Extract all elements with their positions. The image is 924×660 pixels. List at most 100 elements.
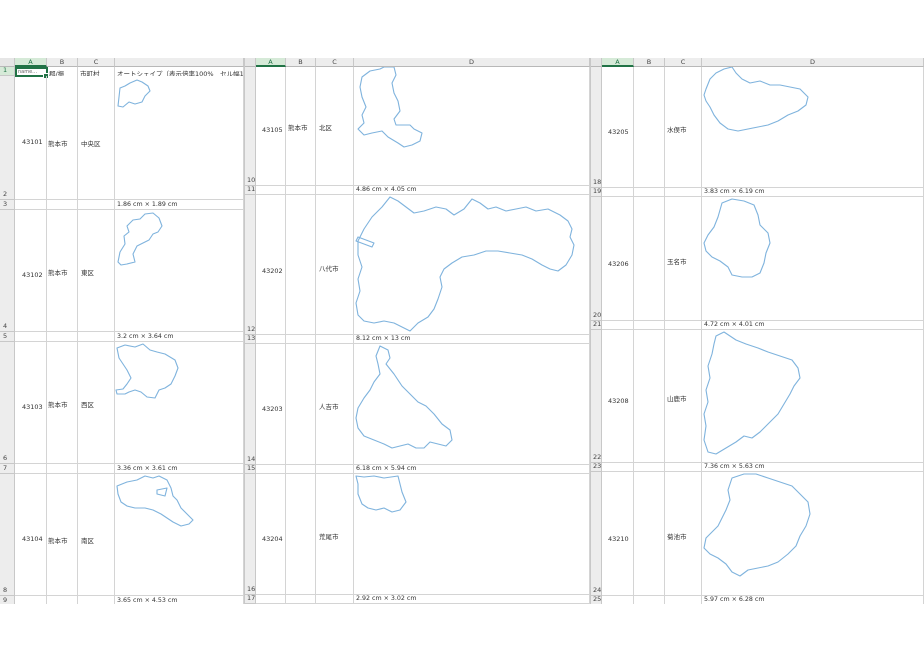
- municipality-outline[interactable]: [702, 67, 924, 188]
- dimension-cell[interactable]: 8.12 cm × 13 cm: [354, 335, 590, 344]
- empty-cell[interactable]: [665, 596, 702, 604]
- row-header[interactable]: 7: [0, 464, 15, 474]
- column-header-c[interactable]: C: [665, 58, 702, 67]
- empty-cell[interactable]: [256, 595, 286, 604]
- empty-cell[interactable]: [602, 596, 634, 604]
- shape-cell[interactable]: [115, 342, 244, 464]
- empty-cell[interactable]: [634, 188, 665, 197]
- column-header-b[interactable]: B: [47, 58, 78, 67]
- code-cell[interactable]: 43105: [256, 67, 286, 186]
- prefecture-cell[interactable]: [634, 472, 665, 596]
- row-header[interactable]: 21: [590, 320, 602, 330]
- empty-cell[interactable]: [286, 595, 316, 604]
- code-cell[interactable]: 43204: [256, 474, 286, 595]
- municipality-outline[interactable]: [702, 472, 924, 596]
- city-cell[interactable]: 荒尾市: [316, 474, 354, 595]
- row-header[interactable]: 5: [0, 332, 15, 342]
- empty-cell[interactable]: [665, 321, 702, 330]
- dimension-cell[interactable]: 6.18 cm × 5.94 cm: [354, 465, 590, 474]
- prefecture-cell[interactable]: [286, 344, 316, 465]
- code-cell[interactable]: 43102: [15, 210, 47, 332]
- empty-cell[interactable]: [286, 186, 316, 195]
- row-header[interactable]: 12: [244, 195, 256, 335]
- municipality-outline[interactable]: [115, 474, 244, 596]
- code-cell[interactable]: 43203: [256, 344, 286, 465]
- prefecture-cell[interactable]: 熊本市: [47, 474, 78, 596]
- shape-cell[interactable]: [354, 67, 590, 186]
- prefecture-cell[interactable]: [634, 330, 665, 463]
- dimension-cell[interactable]: 5.97 cm × 6.28 cm: [702, 596, 924, 604]
- prefecture-cell[interactable]: 熊本市: [47, 76, 78, 200]
- row-header[interactable]: 1: [0, 66, 15, 76]
- empty-cell[interactable]: [665, 463, 702, 472]
- empty-cell[interactable]: [47, 464, 78, 474]
- column-header-a[interactable]: A: [15, 58, 47, 67]
- dimension-cell[interactable]: 3.2 cm × 3.64 cm: [115, 332, 244, 342]
- row-header[interactable]: 22: [590, 330, 602, 463]
- dimension-cell[interactable]: 3.83 cm × 6.19 cm: [702, 188, 924, 197]
- column-header-d[interactable]: D: [702, 58, 924, 67]
- city-cell[interactable]: 南区: [78, 474, 115, 596]
- column-header-c[interactable]: C: [316, 58, 354, 67]
- prefecture-cell[interactable]: [634, 67, 665, 188]
- row-header[interactable]: 13: [244, 334, 256, 344]
- empty-cell[interactable]: [316, 465, 354, 474]
- shape-cell[interactable]: [702, 67, 924, 188]
- empty-cell[interactable]: [78, 464, 115, 474]
- row-header[interactable]: 19: [590, 187, 602, 197]
- prefecture-cell[interactable]: [286, 474, 316, 595]
- cell-b1[interactable]: 郡/振: [47, 67, 78, 76]
- row-header[interactable]: 8: [0, 474, 15, 596]
- row-header[interactable]: 14: [244, 344, 256, 465]
- city-cell[interactable]: 山鹿市: [665, 330, 702, 463]
- municipality-outline[interactable]: [702, 197, 924, 321]
- column-header-a[interactable]: A: [256, 58, 286, 67]
- column-header-d[interactable]: [115, 58, 244, 67]
- dimension-cell[interactable]: 7.36 cm × 5.63 cm: [702, 463, 924, 472]
- row-header[interactable]: 4: [0, 210, 15, 332]
- code-cell[interactable]: 43103: [15, 342, 47, 464]
- code-cell[interactable]: 43101: [15, 76, 47, 200]
- empty-cell[interactable]: [634, 321, 665, 330]
- empty-cell[interactable]: [47, 200, 78, 210]
- column-header-c[interactable]: C: [78, 58, 115, 67]
- empty-cell[interactable]: [602, 321, 634, 330]
- cell-d1[interactable]: オートシェイプ（表示倍率100% セル幅1: [115, 67, 244, 76]
- shape-cell[interactable]: [354, 195, 590, 335]
- row-header[interactable]: 10: [244, 67, 256, 186]
- city-cell[interactable]: 北区: [316, 67, 354, 186]
- municipality-outline[interactable]: [354, 344, 590, 465]
- code-cell[interactable]: 43206: [602, 197, 634, 321]
- code-cell[interactable]: 43104: [15, 474, 47, 596]
- dimension-cell[interactable]: 4.72 cm × 4.01 cm: [702, 321, 924, 330]
- dimension-cell[interactable]: 4.86 cm × 4.05 cm: [354, 186, 590, 195]
- code-cell[interactable]: 43205: [602, 67, 634, 188]
- municipality-outline[interactable]: [115, 342, 244, 464]
- empty-cell[interactable]: [78, 596, 115, 604]
- city-cell[interactable]: 東区: [78, 210, 115, 332]
- empty-cell[interactable]: [15, 596, 47, 604]
- row-header[interactable]: 16: [244, 474, 256, 595]
- row-header[interactable]: 15: [244, 464, 256, 474]
- column-header-b[interactable]: B: [634, 58, 665, 67]
- empty-cell[interactable]: [316, 595, 354, 604]
- row-header[interactable]: 3: [0, 200, 15, 210]
- city-cell[interactable]: 人吉市: [316, 344, 354, 465]
- prefecture-cell[interactable]: [286, 195, 316, 335]
- code-cell[interactable]: 43202: [256, 195, 286, 335]
- shape-cell[interactable]: [115, 210, 244, 332]
- row-header[interactable]: 23: [590, 462, 602, 472]
- municipality-outline[interactable]: [115, 76, 244, 200]
- shape-cell[interactable]: [354, 344, 590, 465]
- cell-c1[interactable]: 市町村: [78, 67, 115, 76]
- code-cell[interactable]: 43208: [602, 330, 634, 463]
- row-header[interactable]: 6: [0, 342, 15, 464]
- row-header[interactable]: 24: [590, 472, 602, 596]
- city-cell[interactable]: 八代市: [316, 195, 354, 335]
- column-header-b[interactable]: B: [286, 58, 316, 67]
- empty-cell[interactable]: [316, 335, 354, 344]
- empty-cell[interactable]: [15, 464, 47, 474]
- shape-cell[interactable]: [702, 197, 924, 321]
- row-header[interactable]: 25: [590, 595, 602, 604]
- empty-cell[interactable]: [78, 332, 115, 342]
